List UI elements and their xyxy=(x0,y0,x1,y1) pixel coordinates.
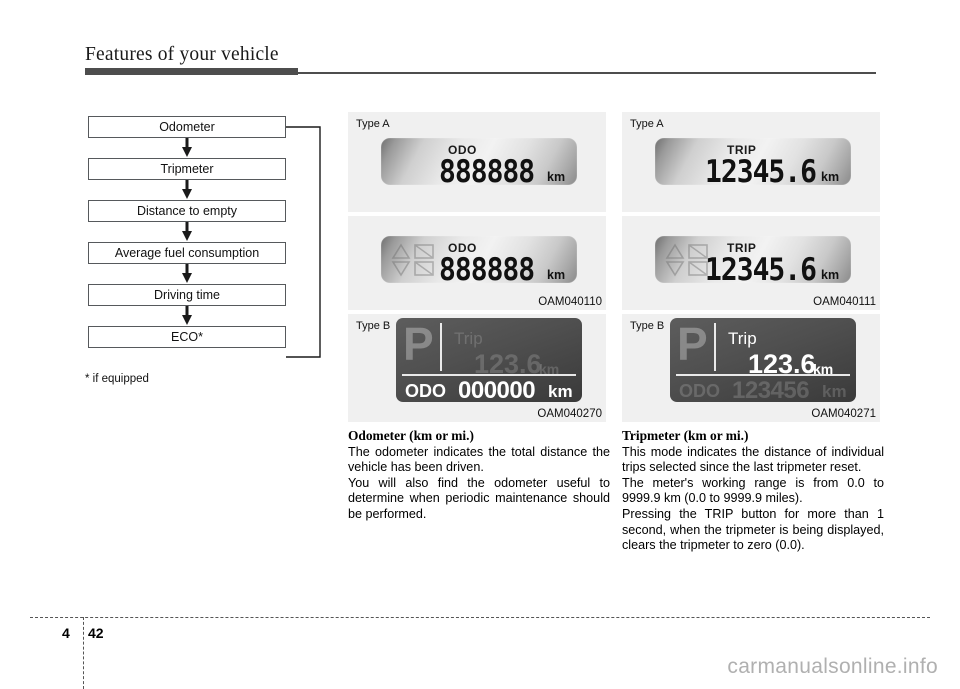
lcd-odo-unit: km xyxy=(822,382,847,401)
figure-type-label: Type A xyxy=(356,118,390,130)
lcd-divider-horizontal xyxy=(402,374,576,376)
figure-type-label: Type B xyxy=(630,320,665,332)
footer-chapter-number: 4 xyxy=(62,625,70,641)
flow-step-eco[interactable]: ECO* xyxy=(88,326,286,348)
lcd-unit-label: km xyxy=(547,170,566,184)
footnote-if-equipped: * if equipped xyxy=(85,373,149,385)
flow-step-label: ECO* xyxy=(171,330,203,344)
lcd-odo-label: ODO xyxy=(405,381,447,401)
flow-arrow-down-5 xyxy=(180,306,194,326)
lcd-divider-vertical xyxy=(440,323,442,371)
footer-page-number: 42 xyxy=(88,625,104,641)
lcd-display-odometer-b: P Trip 123.6 km ODO 000000 km xyxy=(396,318,582,402)
figure-code: OAM040110 xyxy=(538,296,602,308)
flow-step-tripmeter[interactable]: Tripmeter xyxy=(88,158,286,180)
figure-type-label: Type A xyxy=(630,118,664,130)
lcd-display-tripmeter-a1: TRIP 12345.6 km xyxy=(655,138,851,190)
lcd-display-tripmeter-a2: TRIP 12345.6 km xyxy=(655,236,851,288)
odometer-text-column: Odometer (km or mi.) The odometer indica… xyxy=(348,428,610,523)
odometer-paragraph-2: You will also find the odometer useful t… xyxy=(348,475,610,521)
page-header: Features of your vehicle xyxy=(0,0,960,90)
tripmeter-paragraph-3: Pressing the TRIP button for more than 1… xyxy=(622,506,884,553)
tripmeter-text-column: Tripmeter (km or mi.) This mode indicate… xyxy=(622,428,884,554)
lcd-odo-value: 123456 xyxy=(732,377,810,403)
lcd-unit-label: km xyxy=(547,268,566,282)
gear-indicator-p: P xyxy=(677,318,708,370)
flow-step-average-fuel-consumption[interactable]: Average fuel consumption xyxy=(88,242,286,264)
figure-odometer-type-b: Type B P Trip 123.6 km ODO 000000 km OAM… xyxy=(348,314,606,422)
page-title: Features of your vehicle xyxy=(85,44,279,65)
lcd-unit-label: km xyxy=(821,268,840,282)
tripmeter-heading: Tripmeter (km or mi.) xyxy=(622,428,749,443)
lcd-trip-label: Trip xyxy=(728,329,757,348)
figure-code: OAM040111 xyxy=(813,296,876,308)
site-watermark: carmanualsonline.info xyxy=(727,655,938,678)
tripmeter-paragraph-2: The meter's working range is from 0.0 to… xyxy=(622,475,884,506)
lcd-odo-unit: km xyxy=(548,382,573,401)
lcd-odo-value: 000000 xyxy=(458,377,536,403)
flow-step-label: Tripmeter xyxy=(160,162,214,176)
footer-divider-horizontal xyxy=(30,617,930,618)
flow-step-label: Odometer xyxy=(159,120,215,134)
flow-step-label: Driving time xyxy=(154,288,220,302)
lcd-trip-label: Trip xyxy=(454,329,483,348)
flow-arrow-down-1 xyxy=(180,138,194,158)
header-rule-thin xyxy=(298,72,876,74)
odometer-paragraph-1: The odometer indicates the total distanc… xyxy=(348,444,610,475)
figure-code: OAM040271 xyxy=(811,408,876,420)
flow-step-odometer[interactable]: Odometer xyxy=(88,116,286,138)
lcd-divider-vertical xyxy=(714,323,716,371)
figure-tripmeter-type-a-2: TRIP 12345.6 km OAM040111 xyxy=(622,216,880,310)
figure-code: OAM040270 xyxy=(537,408,602,420)
lcd-divider-horizontal xyxy=(676,374,850,376)
flow-step-label: Distance to empty xyxy=(136,204,238,218)
mode-cycle-flowchart: Odometer Tripmeter Distance to empty Ave… xyxy=(88,110,328,365)
lcd-odo-label: ODO xyxy=(679,381,721,401)
figure-tripmeter-type-a-1: Type A TRIP 12345.6 km xyxy=(622,112,880,212)
flow-arrow-down-2 xyxy=(180,180,194,200)
lcd-display-odometer-a1: ODO 888888 km xyxy=(381,138,577,190)
footer-divider-vertical xyxy=(83,617,84,689)
lcd-digits: 888888 xyxy=(439,152,535,190)
figure-type-label: Type B xyxy=(356,320,391,332)
lcd-display-tripmeter-b: P Trip 123.6 km ODO 123456 km xyxy=(670,318,856,402)
figure-tripmeter-type-b: Type B P Trip 123.6 km ODO 123456 km OAM… xyxy=(622,314,880,422)
flow-step-driving-time[interactable]: Driving time xyxy=(88,284,286,306)
lcd-digits: 888888 xyxy=(439,250,535,288)
lcd-digits: 12345.6 xyxy=(705,152,817,190)
lcd-unit-label: km xyxy=(821,170,840,184)
flow-arrow-down-3 xyxy=(180,222,194,242)
flow-step-distance-to-empty[interactable]: Distance to empty xyxy=(88,200,286,222)
header-rule-thick xyxy=(85,68,298,75)
figure-odometer-type-a-2: ODO 888888 km OAM040110 xyxy=(348,216,606,310)
gear-indicator-p: P xyxy=(403,318,434,370)
flow-arrow-down-4 xyxy=(180,264,194,284)
flow-step-label: Average fuel consumption xyxy=(114,246,260,260)
odometer-heading: Odometer (km or mi.) xyxy=(348,428,474,443)
lcd-digits: 12345.6 xyxy=(705,250,817,288)
figure-odometer-type-a-1: Type A ODO 888888 km xyxy=(348,112,606,212)
lcd-display-odometer-a2: ODO 888888 km xyxy=(381,236,577,288)
tripmeter-paragraph-1: This mode indicates the distance of indi… xyxy=(622,444,884,475)
